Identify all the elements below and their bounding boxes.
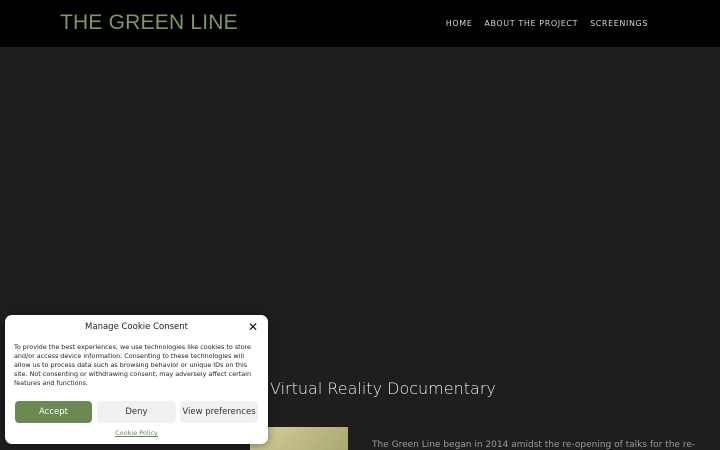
intro-paragraph: The Green Line began in 2014 amidst the … <box>372 440 696 450</box>
close-icon[interactable]: ✕ <box>248 320 258 334</box>
view-preferences-button[interactable]: View preferences <box>180 401 258 423</box>
nav-item-screenings[interactable]: SCREENINGS <box>590 19 648 28</box>
accept-button[interactable]: Accept <box>15 401 92 423</box>
cookie-dialog-text: To provide the best experiences, we use … <box>14 343 251 387</box>
cookie-dialog-title: Manage Cookie Consent <box>85 322 188 332</box>
cookie-consent-dialog: Manage Cookie Consent ✕ To provide the b… <box>5 315 268 444</box>
cookie-policy-link[interactable]: Cookie Policy <box>5 429 268 437</box>
main-nav: HOME ABOUT THE PROJECT SCREENINGS <box>446 19 648 28</box>
site-header: THE GREEN LINE HOME ABOUT THE PROJECT SC… <box>0 0 720 47</box>
nav-item-home[interactable]: HOME <box>446 19 473 28</box>
hero-video-area <box>0 47 720 337</box>
section-heading: Virtual Reality Documentary <box>270 379 496 398</box>
site-title[interactable]: THE GREEN LINE <box>60 11 238 35</box>
deny-button[interactable]: Deny <box>97 401 176 423</box>
nav-item-about-the-project[interactable]: ABOUT THE PROJECT <box>484 19 578 28</box>
